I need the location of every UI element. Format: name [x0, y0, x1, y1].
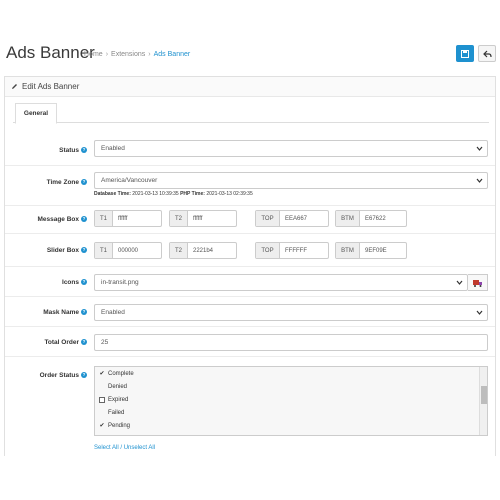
select-links: Select All / Unselect All: [94, 445, 156, 451]
breadcrumb-separator: ›: [105, 51, 109, 58]
server-time-info: Database Time: 2021-03-13 10:39:35 PHP T…: [94, 191, 253, 197]
message-box-label: Message Box?: [37, 216, 87, 223]
message-t1-field[interactable]: T1 ffffff: [94, 210, 162, 227]
panel-title: Edit Ads Banner: [22, 82, 80, 91]
help-icon[interactable]: ?: [81, 309, 87, 316]
icon-preview-button[interactable]: [468, 274, 488, 291]
help-icon[interactable]: ?: [81, 179, 87, 186]
help-icon[interactable]: ?: [81, 147, 87, 154]
reply-icon: [482, 50, 492, 57]
chevron-down-icon: [476, 310, 483, 315]
page-title: Ads Banner: [6, 43, 95, 62]
status-row: Status? Enabled: [5, 132, 495, 166]
mask-name-select[interactable]: Enabled: [94, 304, 488, 321]
help-icon[interactable]: ?: [81, 372, 87, 379]
page-header: Ads Banner Home › Extensions › Ads Banner: [0, 40, 500, 70]
order-status-checklist: ✔ Complete Denied Expired Failed ✔ Pending: [94, 366, 488, 436]
help-icon[interactable]: ?: [81, 247, 87, 254]
help-icon[interactable]: ?: [81, 279, 87, 286]
message-t2-field[interactable]: T2 ffffff: [169, 210, 237, 227]
icons-label: Icons?: [62, 279, 87, 286]
status-select[interactable]: Enabled: [94, 140, 488, 157]
check-icon: ✔: [99, 371, 105, 377]
slider-box-label: Slider Box?: [46, 247, 87, 254]
timezone-row: Time Zone? America/Vancouver Database Ti…: [5, 166, 495, 206]
tab-bar: General: [13, 103, 489, 124]
slider-box-row: Slider Box? T1 000000 T2 2221b4 TOP FFFFFF …: [5, 234, 495, 267]
slider-btm-field[interactable]: BTM 9EF09E: [335, 242, 407, 259]
back-button[interactable]: [478, 45, 496, 62]
save-icon: [461, 49, 469, 58]
checklist-item-complete[interactable]: ✔ Complete: [95, 367, 487, 380]
status-label: Status?: [59, 147, 87, 154]
message-top-field[interactable]: TOP EEA667: [255, 210, 329, 227]
tab-general[interactable]: General: [15, 103, 57, 124]
checklist-item-failed[interactable]: Failed: [95, 406, 487, 419]
message-btm-field[interactable]: BTM E67622: [335, 210, 407, 227]
help-icon[interactable]: ?: [81, 216, 87, 223]
slider-t1-field[interactable]: T1 000000: [94, 242, 162, 259]
checklist-item-expired[interactable]: Expired: [95, 393, 487, 406]
checkbox[interactable]: [99, 396, 105, 403]
check-icon: ✔: [99, 423, 105, 429]
message-box-row: Message Box? T1 ffffff T2 ffffff TOP EEA667…: [5, 206, 495, 234]
chevron-down-icon: [476, 178, 483, 183]
unselect-all-link[interactable]: Unselect All: [124, 445, 155, 451]
checklist-scrollbar[interactable]: [479, 367, 487, 435]
slider-top-field[interactable]: TOP FFFFFF: [255, 242, 329, 259]
breadcrumb-extensions[interactable]: Extensions: [111, 51, 145, 58]
checklist-item-denied[interactable]: Denied: [95, 380, 487, 393]
breadcrumb-home[interactable]: Home: [84, 51, 103, 58]
checklist-item-pending[interactable]: ✔ Pending: [95, 419, 487, 432]
timezone-select[interactable]: America/Vancouver: [94, 172, 488, 189]
truck-icon: [472, 279, 482, 287]
slider-t2-field[interactable]: T2 2221b4: [169, 242, 237, 259]
mask-name-row: Mask Name? Enabled: [5, 297, 495, 327]
breadcrumb-ads-banner[interactable]: Ads Banner: [154, 51, 191, 58]
scroll-thumb[interactable]: [481, 386, 487, 404]
edit-panel: Edit Ads Banner General Status? Enabled …: [4, 76, 496, 456]
checkbox[interactable]: [99, 384, 105, 390]
order-status-label: Order Status?: [39, 372, 87, 379]
total-order-row: Total Order? 25: [5, 327, 495, 357]
save-button[interactable]: [456, 45, 474, 62]
checkbox[interactable]: [99, 410, 105, 416]
chevron-down-icon: [476, 146, 483, 151]
timezone-label: Time Zone?: [46, 179, 87, 186]
chevron-down-icon: [456, 280, 463, 285]
breadcrumb: Home › Extensions › Ads Banner: [84, 51, 190, 58]
select-all-link[interactable]: Select All: [94, 445, 119, 451]
icons-select[interactable]: in-transit.png: [94, 274, 468, 291]
help-icon[interactable]: ?: [81, 339, 87, 346]
total-order-input[interactable]: 25: [94, 334, 488, 351]
total-order-label: Total Order?: [44, 339, 87, 346]
panel-heading: Edit Ads Banner: [5, 77, 495, 97]
order-status-row: Order Status? ✔ Complete Denied Expired F…: [5, 357, 495, 457]
mask-name-label: Mask Name?: [43, 309, 87, 316]
pencil-icon: [12, 84, 17, 89]
icons-row: Icons? in-transit.png: [5, 267, 495, 297]
breadcrumb-separator: ›: [148, 51, 151, 58]
